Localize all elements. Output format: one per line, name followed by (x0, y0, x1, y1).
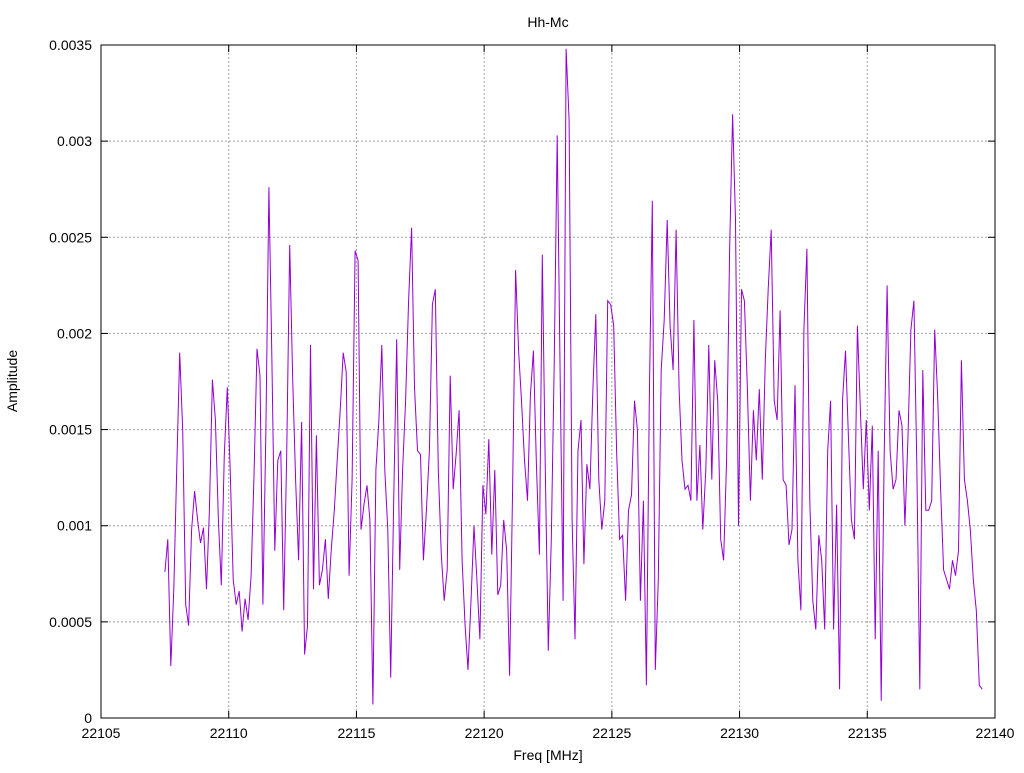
x-tick-label: 22115 (337, 725, 375, 741)
y-tick-label: 0 (84, 710, 92, 726)
chart: 22105 22110 22115 22120 22125 22130 22135 22140… (4, 14, 1015, 763)
y-tick-label: 0.001 (57, 518, 92, 534)
y-tick-label: 0.0025 (49, 229, 92, 245)
y-tick-label: 0.0015 (49, 422, 92, 438)
y-axis-label: Amplitude (4, 350, 20, 412)
chart-title: Hh-Mc (527, 14, 568, 30)
y-tick-label: 0.003 (57, 133, 92, 149)
x-tick-label: 22120 (465, 725, 504, 741)
series-line (164, 48, 983, 705)
y-tick-label: 0.0035 (49, 37, 92, 53)
x-tick-label: 22110 (210, 725, 248, 741)
x-tick-label: 22130 (720, 725, 759, 741)
series-layer (164, 48, 983, 705)
x-tick-label: 22105 (82, 725, 121, 741)
y-tick-label: 0.0005 (49, 614, 92, 630)
x-tick-label: 22140 (976, 725, 1015, 741)
x-tick-label: 22125 (592, 725, 631, 741)
x-axis-label: Freq [MHz] (513, 747, 582, 763)
y-tick-label: 0.002 (57, 325, 92, 341)
ticks: 22105 22110 22115 22120 22125 22130 22135 22140… (49, 37, 1015, 741)
x-tick-label: 22135 (848, 725, 887, 741)
